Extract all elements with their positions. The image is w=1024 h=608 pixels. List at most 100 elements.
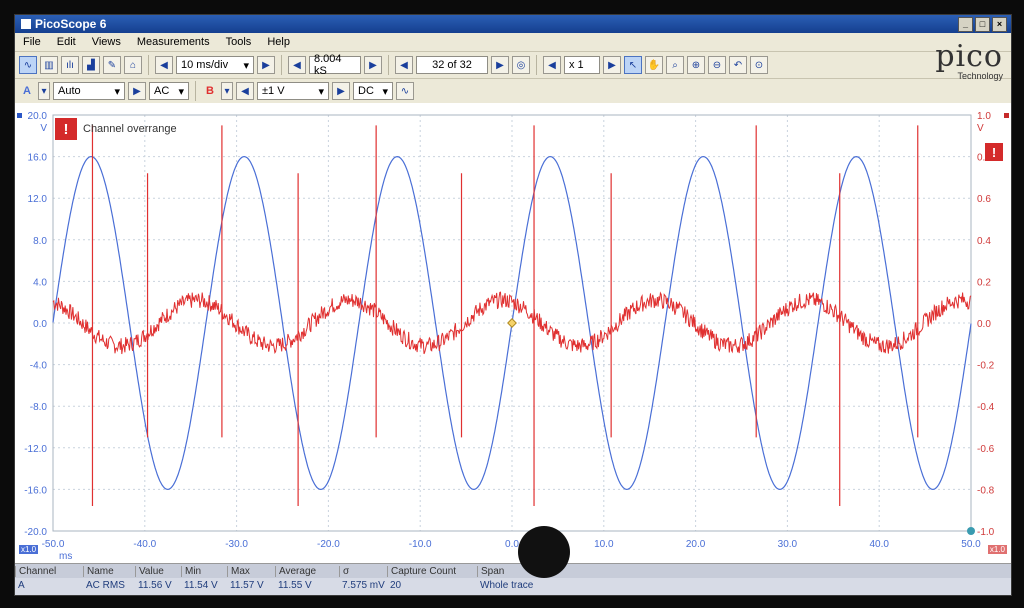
table-cell: A [18,579,25,591]
chevron-down-icon: ▾ [318,85,324,98]
signal-generator-icon[interactable]: ∿ [396,82,414,100]
y-tick-label-left: 4.0 [33,277,47,288]
hand-tool-icon[interactable]: ✋ [645,56,663,74]
x-tick-label: -30.0 [225,539,248,550]
zoom-prev-button[interactable]: ◀ [543,56,561,74]
pointer-tool-icon[interactable]: ↖ [624,56,642,74]
x-tick-label: -50.0 [42,539,65,550]
column-header: Average [275,565,339,577]
channel-b-label[interactable]: B [202,85,218,97]
spectrum-persistence-icon[interactable]: ▟ [82,56,100,74]
picoscope-window: PicoScope 6 _ □ × File Edit Views Measur… [14,14,1012,596]
main-toolbar: ∿ ▥ ılı ▟ ✎ ⌂ ◀ 10 ms/div ▾ ▶ ◀ 8.004 kS … [15,52,1011,79]
table-cell: 11.56 V [138,579,172,591]
minimize-button[interactable]: _ [958,17,973,32]
y-tick-label-right: -1.0 [977,527,995,538]
channel-a-menu-icon[interactable]: ▾ [38,82,50,100]
column-header: Min [181,565,227,577]
scope-graph[interactable]: 20.0 16.0 12.0 8.0 4.0 0.0 -4.0 -8.0 -12.0 -16.0 -… [15,103,1011,563]
y-tick-label-right: 1.0 [977,111,991,122]
menu-measurements[interactable]: Measurements [137,36,210,48]
capture-next-button[interactable]: ▶ [491,56,509,74]
chevron-down-icon: ▾ [178,85,184,98]
samples-field[interactable]: 8.004 kS [309,53,361,77]
menu-file[interactable]: File [23,36,41,48]
samples-next-button[interactable]: ▶ [364,56,382,74]
column-header: Value [135,565,181,577]
x-tick-label: -10.0 [409,539,432,550]
zoom-area-icon[interactable]: ⌕ [666,56,684,74]
zoom-next-button[interactable]: ▶ [603,56,621,74]
table-cell: AC RMS [86,579,125,591]
zoom-in-icon[interactable]: ⊕ [687,56,705,74]
title-bar: PicoScope 6 _ □ × [15,15,1011,33]
y-tick-label-left: -8.0 [30,402,48,413]
channel-b-range-select[interactable]: ±1 V ▾ [257,82,329,100]
chevron-down-icon: ▾ [243,59,249,72]
compass-icon[interactable]: ◎ [512,56,530,74]
y-tick-label-left: 8.0 [33,236,47,247]
spectrum-mode-icon[interactable]: ılı [61,56,79,74]
capture-counter[interactable]: 32 of 32 [416,56,488,74]
timebase-select[interactable]: 10 ms/div ▾ [176,56,254,74]
channel-b-range-prev[interactable]: ◀ [236,82,254,100]
zoom-fit-icon[interactable]: ⊙ [750,56,768,74]
zoom-field[interactable]: x 1 [564,56,600,74]
menu-views[interactable]: Views [92,36,121,48]
channel-b-menu-icon[interactable]: ▾ [221,82,233,100]
y-tick-label-right: -0.8 [977,485,995,496]
table-row[interactable]: A AC RMS 11.56 V 11.54 V 11.57 V 11.55 V 7.575… [15,578,1011,592]
channel-toolbar: A ▾ Auto ▾ ▶ AC ▾ B ▾ ◀ ±1 V ▾ ▶ DC ▾ ∿ [15,79,1011,104]
close-button[interactable]: × [992,17,1007,32]
menu-tools[interactable]: Tools [226,36,252,48]
menu-edit[interactable]: Edit [57,36,76,48]
y-tick-label-right: 0.0 [977,319,991,330]
timebase-next-button[interactable]: ▶ [257,56,275,74]
timebase-prev-button[interactable]: ◀ [155,56,173,74]
menu-help[interactable]: Help [267,36,290,48]
maximize-button[interactable]: □ [975,17,990,32]
y-tick-label-left: 20.0 [28,111,48,122]
table-cell: 11.54 V [184,579,218,591]
x-tick-label: 50.0 [961,539,981,550]
y-tick-label-right: -0.2 [977,361,995,372]
measurements-table: Channel Name Value Min Max Average σ Capture Co… [15,563,1011,595]
column-header: Name [83,565,135,577]
column-header: σ [339,565,387,577]
zoom-out-icon[interactable]: ⊖ [708,56,726,74]
scope-mode-icon[interactable]: ∿ [19,56,37,74]
x-axis-unit: ms [59,551,72,562]
probe-icon[interactable]: ✎ [103,56,121,74]
home-icon[interactable]: ⌂ [124,56,142,74]
column-header: Channel [15,565,83,577]
persistence-mode-icon[interactable]: ▥ [40,56,58,74]
y-tick-label-left: -16.0 [24,485,47,496]
y-tick-label-right: -0.4 [977,402,995,413]
y-tick-label-left: 12.0 [28,194,48,205]
channel-b-coupling-select[interactable]: DC ▾ [353,82,393,100]
channel-a-coupling-select[interactable]: AC ▾ [149,82,189,100]
x-tick-label: 30.0 [778,539,798,550]
channel-a-range-next[interactable]: ▶ [128,82,146,100]
undo-zoom-icon[interactable]: ↶ [729,56,747,74]
trigger-marker [507,318,517,328]
scope-plot[interactable]: 20.0 16.0 12.0 8.0 4.0 0.0 -4.0 -8.0 -12.0 -16.0 -… [15,103,1011,571]
channel-a-range-select[interactable]: Auto ▾ [53,82,125,100]
channel-b-range-next[interactable]: ▶ [332,82,350,100]
table-cell: 11.57 V [230,579,264,591]
y-tick-label-left: -4.0 [30,361,48,372]
y-tick-label-right: -0.6 [977,444,995,455]
channel-a-label[interactable]: A [19,85,35,97]
y-tick-label-left: 16.0 [28,153,48,164]
capture-prev-button[interactable]: ◀ [395,56,413,74]
warning-icon[interactable]: ! [55,118,77,140]
samples-prev-button[interactable]: ◀ [288,56,306,74]
channel-a-axis-marker [17,113,22,118]
y-tick-label-left: 0.0 [33,319,47,330]
x-tick-label: -40.0 [133,539,156,550]
warning-icon[interactable]: ! [985,143,1003,161]
column-header: Max [227,565,275,577]
column-header: Capture Count [387,565,477,577]
y-tick-label-right: 0.6 [977,194,991,205]
x-tick-label: -20.0 [317,539,340,550]
